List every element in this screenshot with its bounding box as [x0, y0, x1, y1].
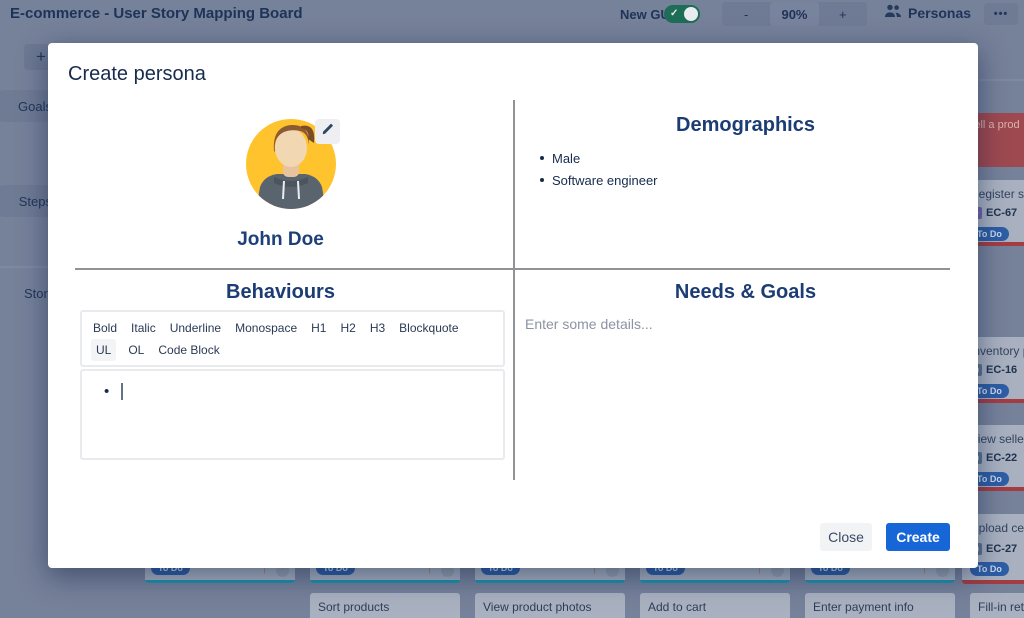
list-item: Software engineer — [540, 169, 658, 191]
edit-avatar-button[interactable] — [315, 119, 340, 144]
zoom-in-button[interactable]: + — [819, 2, 867, 26]
underline-button[interactable]: Underline — [168, 317, 223, 339]
issue-key: EC-16 — [986, 364, 1017, 376]
pencil-icon — [321, 123, 334, 141]
close-button[interactable]: Close — [820, 523, 872, 551]
zoom-out-button[interactable]: - — [722, 2, 770, 26]
bullet-icon: • — [104, 383, 109, 400]
list-item: Male — [540, 147, 658, 169]
create-persona-modal: Create persona — [48, 43, 978, 568]
behaviours-editor[interactable]: • — [80, 369, 505, 460]
behaviours-heading: Behaviours — [48, 281, 513, 304]
monospace-button[interactable]: Monospace — [233, 317, 299, 339]
needs-goals-heading: Needs & Goals — [513, 281, 978, 304]
task-card[interactable]: Enter payment info — [805, 593, 955, 618]
text-cursor — [121, 383, 123, 400]
task-card[interactable]: Add to cart — [640, 593, 790, 618]
h3-button[interactable]: H3 — [368, 317, 387, 339]
personas-label: Personas — [908, 5, 971, 21]
issue-key: EC-22 — [986, 452, 1017, 464]
toggle-knob — [684, 7, 698, 21]
modal-title: Create persona — [68, 63, 206, 86]
create-button[interactable]: Create — [886, 523, 950, 551]
needs-goals-input[interactable]: Enter some details... — [525, 316, 653, 332]
ol-button[interactable]: OL — [126, 339, 146, 361]
ul-button[interactable]: UL — [91, 339, 116, 361]
epic-color-bar — [962, 580, 1024, 584]
h1-button[interactable]: H1 — [309, 317, 328, 339]
demographics-list: Male Software engineer — [540, 147, 658, 191]
new-gui-toggle[interactable]: ✓ — [664, 5, 700, 23]
more-menu-button[interactable]: ••• — [984, 3, 1018, 25]
zoom-controls: - 90% + — [722, 2, 867, 26]
check-icon: ✓ — [670, 8, 678, 19]
issue-key: EC-27 — [986, 543, 1017, 555]
code-block-button[interactable]: Code Block — [156, 339, 221, 361]
persona-name: John Doe — [48, 229, 513, 251]
epic-color-bar — [145, 580, 295, 583]
people-icon — [884, 4, 902, 21]
bold-button[interactable]: Bold — [91, 317, 119, 339]
row-label-stories[interactable]: Stor — [24, 286, 48, 301]
task-card[interactable]: Sort products — [310, 593, 460, 618]
bullet-icon — [540, 156, 544, 160]
epic-color-bar — [640, 580, 790, 583]
task-card[interactable]: View product photos — [475, 593, 625, 618]
task-card[interactable]: Fill-in retail — [970, 593, 1024, 618]
row-divider — [978, 79, 1024, 81]
quadrant-horizontal-divider — [75, 268, 950, 270]
epic-color-bar — [475, 580, 625, 583]
h2-button[interactable]: H2 — [338, 317, 357, 339]
row-divider — [0, 266, 48, 268]
personas-button[interactable]: Personas — [884, 4, 971, 21]
blockquote-button[interactable]: Blockquote — [397, 317, 460, 339]
epic-color-bar — [310, 580, 460, 583]
epic-color-bar — [805, 580, 955, 583]
italic-button[interactable]: Italic — [129, 317, 158, 339]
demographics-heading: Demographics — [513, 114, 978, 137]
board-title: E-commerce - User Story Mapping Board — [10, 5, 303, 22]
rich-text-toolbar: Bold Italic Underline Monospace H1 H2 H3… — [80, 310, 505, 367]
app-stage: E-commerce - User Story Mapping Board Ne… — [0, 0, 1024, 618]
zoom-level: 90% — [770, 2, 818, 26]
issue-key: EC-67 — [986, 207, 1017, 219]
bullet-icon — [540, 178, 544, 182]
